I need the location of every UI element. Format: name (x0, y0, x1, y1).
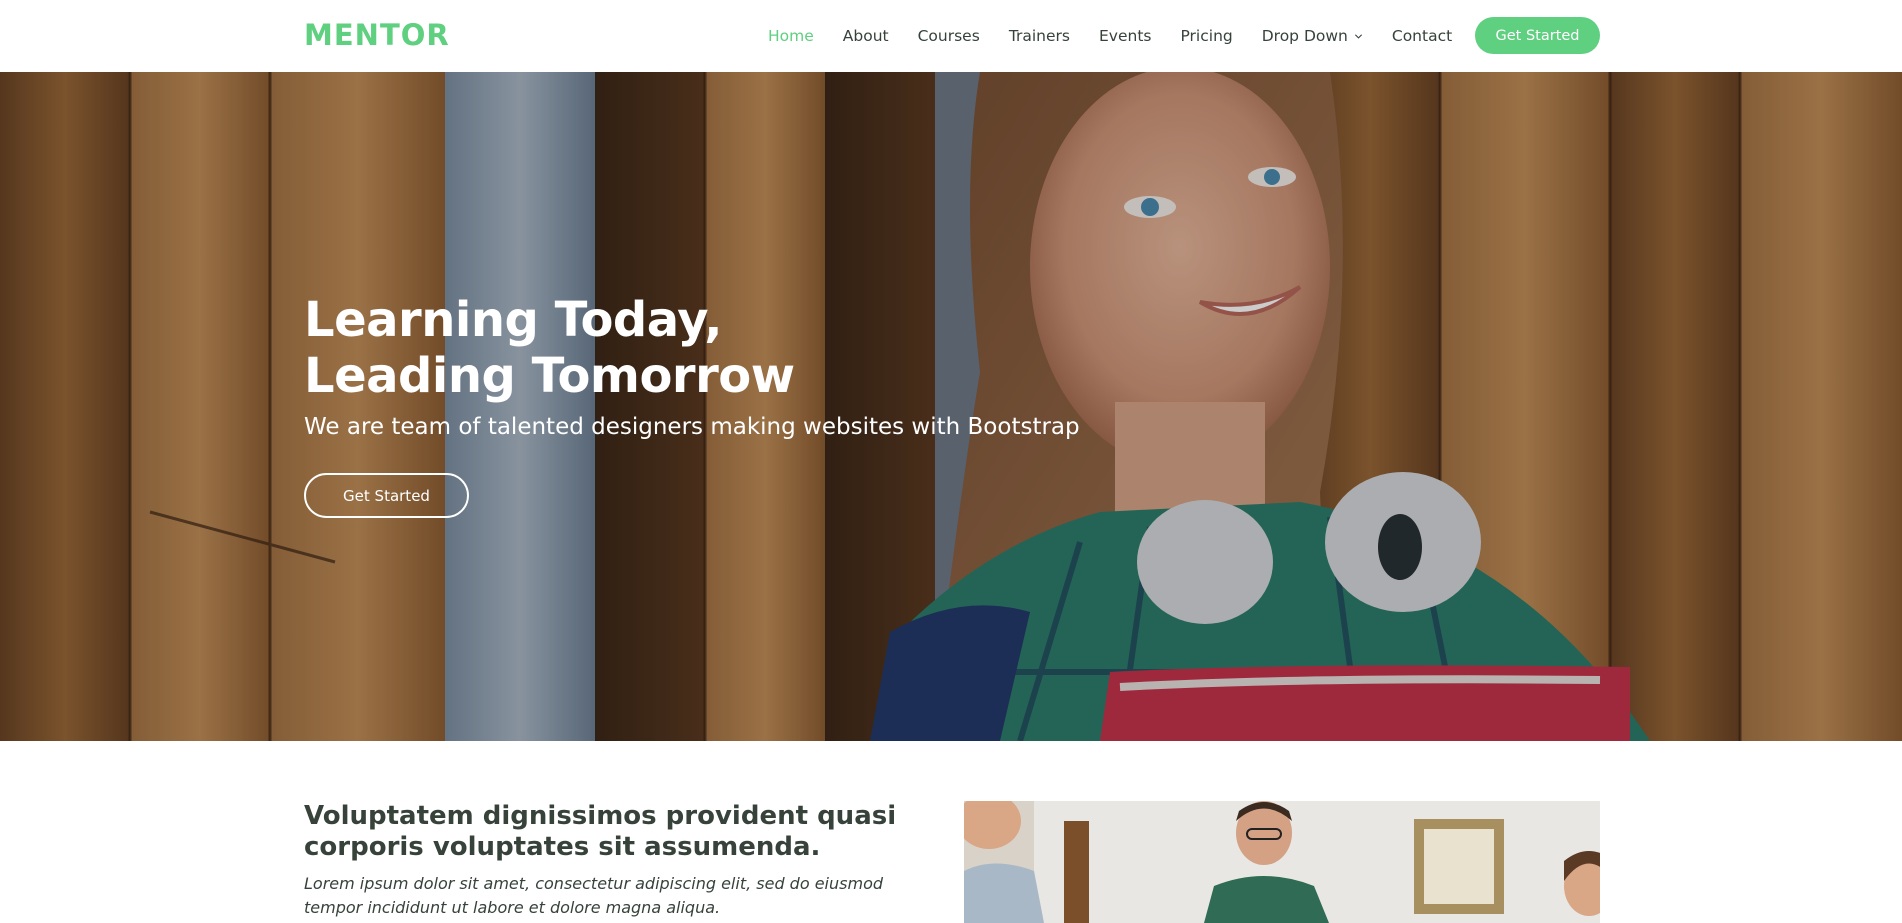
hero-content: Learning Today, Leading Tomorrow We are … (304, 292, 1080, 440)
nav-trainers[interactable]: Trainers (1009, 27, 1070, 45)
hero-subtitle: We are team of talented designers making… (304, 414, 1080, 440)
hero-title: Learning Today, Leading Tomorrow (304, 292, 1080, 404)
nav-about[interactable]: About (843, 27, 889, 45)
chevron-down-icon (1354, 33, 1362, 39)
hero-title-line2: Leading Tomorrow (304, 348, 795, 404)
hero-section: Learning Today, Leading Tomorrow We are … (0, 72, 1902, 741)
about-text: Lorem ipsum dolor sit amet, consectetur … (304, 874, 884, 917)
about-image-graphic (964, 801, 1600, 923)
about-heading: Voluptatem dignissimos provident quasi c… (304, 801, 897, 862)
about-image (964, 801, 1600, 923)
site-logo[interactable]: MENTOR (304, 18, 450, 52)
nav-events[interactable]: Events (1099, 27, 1151, 45)
site-header: MENTOR Home About Courses Trainers Event… (0, 0, 1902, 72)
get-started-button[interactable]: Get Started (1475, 17, 1600, 54)
nav-pricing[interactable]: Pricing (1180, 27, 1232, 45)
nav-dropdown-label: Drop Down (1261, 27, 1348, 45)
nav-home[interactable]: Home (768, 27, 814, 45)
hero-title-line1: Learning Today, (304, 292, 722, 348)
nav-courses[interactable]: Courses (918, 27, 980, 45)
main-nav: Home About Courses Trainers Events Prici… (768, 24, 1452, 48)
nav-dropdown[interactable]: Drop Down (1262, 27, 1363, 45)
nav-contact[interactable]: Contact (1392, 27, 1452, 45)
hero-get-started-button[interactable]: Get Started (304, 473, 469, 518)
